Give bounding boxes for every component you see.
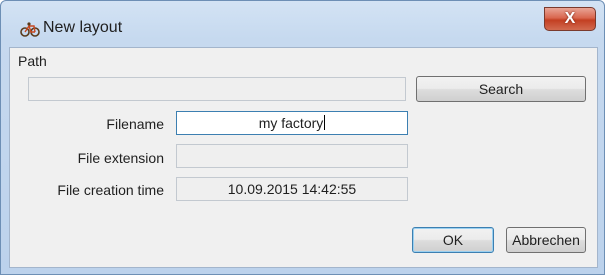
window-title: New layout (43, 19, 123, 36)
cancel-button[interactable]: Abbrechen (506, 227, 586, 253)
file-extension-field[interactable] (176, 144, 408, 168)
text-caret (324, 115, 326, 130)
bicycle-icon (20, 21, 40, 37)
title-bar[interactable]: New layout X (1, 1, 604, 45)
dialog-window: New layout X Path Search Filename my fac… (0, 0, 605, 275)
creation-time-label: File creation time (57, 182, 164, 198)
ok-button[interactable]: OK (412, 227, 494, 253)
dialog-body: Path Search Filename my factory File ext… (9, 47, 598, 268)
search-button[interactable]: Search (416, 76, 586, 102)
file-extension-label: File extension (77, 150, 164, 166)
close-button[interactable]: X (544, 7, 596, 31)
path-label: Path (18, 53, 47, 69)
creation-time-field[interactable]: 10.09.2015 14:42:55 (176, 177, 408, 201)
filename-value: my factory (258, 115, 324, 131)
path-field[interactable] (28, 77, 406, 101)
filename-input[interactable]: my factory (176, 111, 408, 135)
filename-label: Filename (106, 116, 164, 132)
